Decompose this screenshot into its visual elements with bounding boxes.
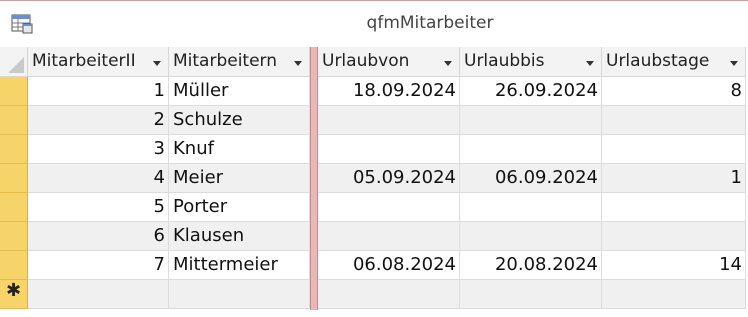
column-header-id[interactable]: MitarbeiterII (28, 47, 169, 77)
select-all-corner[interactable] (0, 47, 28, 77)
record-selector[interactable] (0, 251, 28, 280)
column-header-label: Urlaubstage (606, 51, 710, 71)
new-record-icon: ✱ (6, 280, 22, 301)
cell-id[interactable] (28, 280, 169, 309)
cell-bis[interactable]: 26.09.2024 (460, 77, 602, 106)
window-title: qfmMitarbeiter (366, 13, 494, 33)
cell-id[interactable]: 4 (28, 164, 169, 193)
cell-von[interactable] (318, 280, 460, 309)
cell-name[interactable]: Porter (169, 193, 310, 222)
filter-dropdown-icon[interactable] (153, 61, 161, 66)
cell-bis[interactable] (460, 135, 602, 164)
column-header-label: Mitarbeitern (173, 51, 278, 71)
cell-name[interactable]: Mittermeier (169, 251, 310, 280)
cell-bis[interactable] (460, 106, 602, 135)
cell-tage[interactable]: 1 (602, 164, 746, 193)
record-selector[interactable] (0, 164, 28, 193)
cell-id[interactable]: 1 (28, 77, 169, 106)
title-bar: qfmMitarbeiter (0, 1, 748, 47)
cell-name[interactable]: Meier (169, 164, 310, 193)
cell-name[interactable] (169, 280, 310, 309)
cell-name[interactable]: Klausen (169, 222, 310, 251)
column-header-bis[interactable]: Urlaubbis (460, 47, 602, 77)
cell-tage[interactable] (602, 106, 746, 135)
column-splitter-handle[interactable] (310, 47, 318, 310)
cell-tage[interactable]: 8 (602, 77, 746, 106)
cell-name[interactable]: Knuf (169, 135, 310, 164)
column-header-von[interactable]: Urlaubvon (318, 47, 460, 77)
cell-von[interactable]: 05.09.2024 (318, 164, 460, 193)
cell-bis[interactable]: 06.09.2024 (460, 164, 602, 193)
cell-von[interactable]: 18.09.2024 (318, 77, 460, 106)
cell-von[interactable] (318, 135, 460, 164)
column-header-label: Urlaubbis (464, 51, 545, 71)
cell-tage[interactable] (602, 280, 746, 309)
cell-tage[interactable] (602, 135, 746, 164)
cell-id[interactable]: 6 (28, 222, 169, 251)
cell-bis[interactable]: 20.08.2024 (460, 251, 602, 280)
column-header-label: Urlaubvon (322, 51, 410, 71)
datasheet-window: qfmMitarbeiter MitarbeiterII Mitarbeitern… (0, 0, 748, 317)
record-selector[interactable] (0, 135, 28, 164)
filter-dropdown-icon[interactable] (294, 61, 302, 66)
filter-dropdown-icon[interactable] (586, 61, 594, 66)
column-header-label: MitarbeiterII (32, 51, 136, 71)
record-selector[interactable] (0, 106, 28, 135)
cell-von[interactable]: 06.08.2024 (318, 251, 460, 280)
column-header-tage[interactable]: Urlaubstage (602, 47, 746, 77)
cell-von[interactable] (318, 193, 460, 222)
filter-dropdown-icon[interactable] (444, 61, 452, 66)
cell-id[interactable]: 7 (28, 251, 169, 280)
cell-name[interactable]: Müller (169, 77, 310, 106)
cell-tage[interactable]: 14 (602, 251, 746, 280)
cell-bis[interactable] (460, 280, 602, 309)
cell-bis[interactable] (460, 193, 602, 222)
record-selector[interactable] (0, 222, 28, 251)
cell-id[interactable]: 5 (28, 193, 169, 222)
cell-name[interactable]: Schulze (169, 106, 310, 135)
cell-tage[interactable] (602, 193, 746, 222)
record-selector[interactable] (0, 193, 28, 222)
datasheet-grid: MitarbeiterII Mitarbeitern Urlaubvon Urlaub… (0, 47, 748, 317)
record-selector[interactable] (0, 77, 28, 106)
column-header-name[interactable]: Mitarbeitern (169, 47, 310, 77)
cell-id[interactable]: 2 (28, 106, 169, 135)
filter-dropdown-icon[interactable] (730, 61, 738, 66)
cell-tage[interactable] (602, 222, 746, 251)
cell-von[interactable] (318, 222, 460, 251)
cell-von[interactable] (318, 106, 460, 135)
cell-id[interactable]: 3 (28, 135, 169, 164)
cell-bis[interactable] (460, 222, 602, 251)
